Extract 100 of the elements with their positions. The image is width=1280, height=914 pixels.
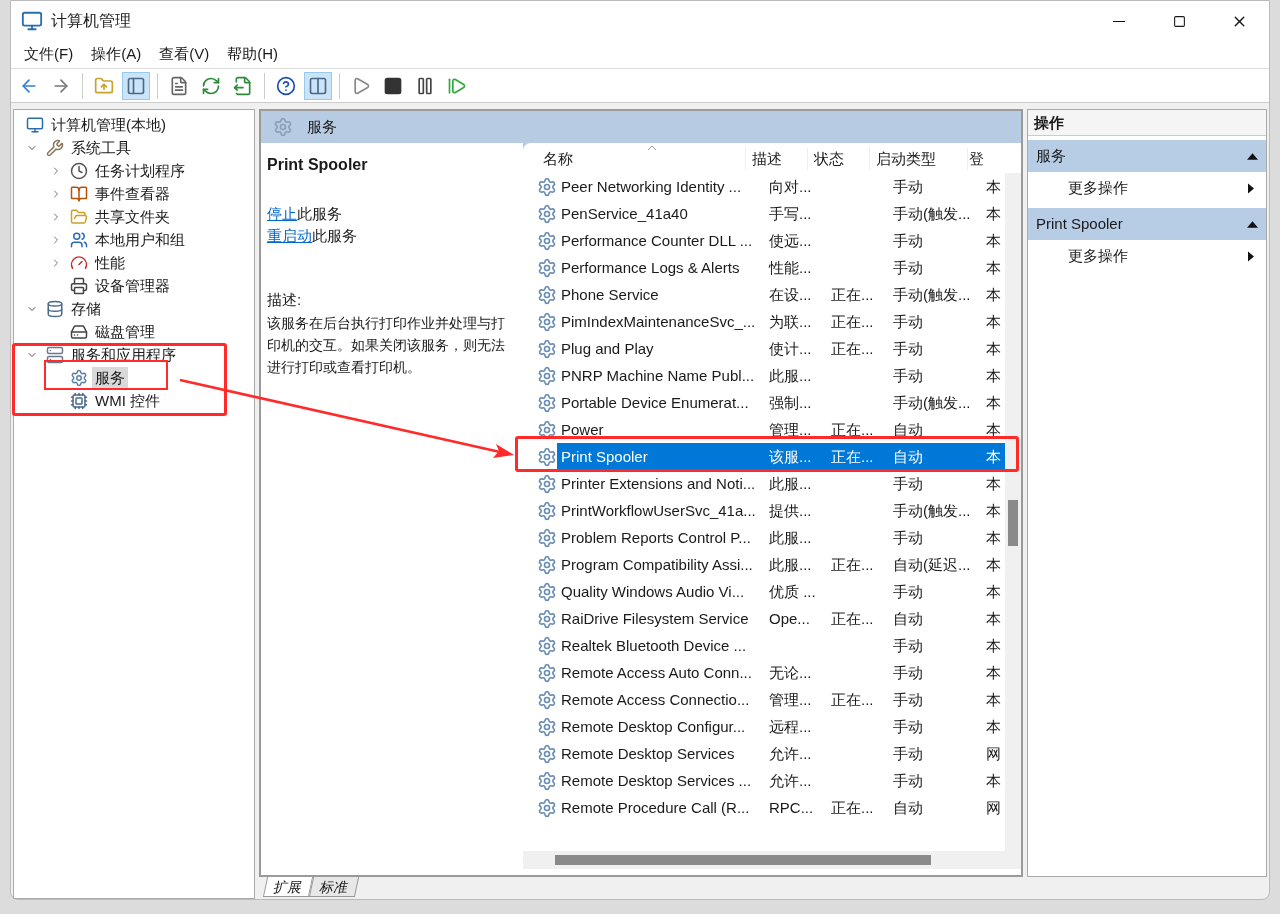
tree-item[interactable]: 计算机管理(本地) <box>48 114 169 135</box>
tree-item[interactable]: 共享文件夹 <box>92 206 173 227</box>
table-cell: Remote Access Auto Conn... <box>561 663 752 681</box>
tree-item[interactable]: 系统工具 <box>68 137 134 158</box>
service-row[interactable]: PrintWorkflowUserSvc_41a... 提供... 手动(触发... 本 <box>557 497 1005 524</box>
toolbar-button[interactable] <box>304 71 332 100</box>
column-header[interactable]: 名称 <box>541 147 745 170</box>
service-row[interactable]: Remote Desktop Configur... 远程... 手动 本 <box>557 713 1005 740</box>
table-cell: 手动 <box>893 474 923 492</box>
table-cell: 此服... <box>769 555 812 573</box>
scrollbar-thumb[interactable] <box>555 855 931 865</box>
menu-item[interactable]: 帮助(H) <box>220 43 285 66</box>
service-row[interactable]: Remote Desktop Services 允许... 手动 网 <box>557 740 1005 767</box>
tree-item[interactable]: 本地用户和组 <box>92 229 188 250</box>
table-cell: 手动 <box>893 582 923 600</box>
service-row[interactable]: Performance Counter DLL ... 使远... 手动 本 <box>557 227 1005 254</box>
table-cell: 本 <box>986 285 1001 303</box>
tree-item[interactable]: 存储 <box>68 298 104 319</box>
scrollbar-thumb[interactable] <box>1008 500 1018 546</box>
service-row[interactable]: Problem Reports Control P... 此服... 手动 本 <box>557 524 1005 551</box>
service-row[interactable]: Performance Logs & Alerts 性能... 手动 本 <box>557 254 1005 281</box>
storage-icon <box>46 299 64 318</box>
action-section-header[interactable]: Print Spooler <box>1028 208 1266 240</box>
gear-icon <box>537 716 557 737</box>
toolbar-button[interactable] <box>122 71 150 100</box>
table-cell: Ope... <box>769 609 810 627</box>
table-cell: RPC... <box>769 798 814 816</box>
service-row[interactable]: Portable Device Enumerat... 强制... 手动(触发... 本 <box>557 389 1005 416</box>
action-section-header[interactable]: 服务 <box>1028 140 1266 172</box>
table-cell: 允许... <box>769 744 812 762</box>
action-link[interactable]: 重启动 <box>267 225 312 247</box>
actions-title: 操作 <box>1028 110 1266 136</box>
table-cell: 正在... <box>831 798 874 816</box>
link-suffix: 此服务 <box>297 204 342 224</box>
tree-item[interactable]: 服务 <box>92 367 128 388</box>
service-row[interactable]: PNRP Machine Name Publ... 此服... 手动 本 <box>557 362 1005 389</box>
table-cell: 本 <box>986 393 1001 411</box>
vertical-scrollbar[interactable] <box>1005 173 1021 851</box>
users-icon <box>70 230 88 249</box>
table-cell: PimIndexMaintenanceSvc_... <box>561 312 756 330</box>
tree-item[interactable]: 磁盘管理 <box>92 321 158 342</box>
collapse-triangle-icon <box>1247 152 1258 160</box>
column-header[interactable]: 登 <box>967 147 985 170</box>
column-header[interactable]: 描述 <box>745 147 807 170</box>
menu-item[interactable]: 文件(F) <box>17 43 81 66</box>
gear-icon <box>537 338 557 359</box>
table-cell: 正在... <box>831 420 874 438</box>
table-cell: 提供... <box>769 501 812 519</box>
table-cell: 本 <box>986 366 1001 384</box>
tree-item[interactable]: 设备管理器 <box>92 275 173 296</box>
tree-item[interactable]: WMI 控件 <box>92 390 163 411</box>
service-row[interactable]: Remote Access Connectio... 管理... 正在... 手动 本 <box>557 686 1005 713</box>
service-row[interactable]: Phone Service 在设... 正在... 手动(触发... 本 <box>557 281 1005 308</box>
view-tab[interactable]: 标准 <box>308 877 360 897</box>
resume-icon <box>447 75 467 96</box>
service-row[interactable]: Print Spooler 该服... 正在... 自动 本 <box>557 443 1005 470</box>
export-icon <box>233 75 253 96</box>
service-row[interactable]: Plug and Play 使计... 正在... 手动 本 <box>557 335 1005 362</box>
menu-item[interactable]: 查看(V) <box>152 43 217 66</box>
action-item[interactable]: 更多操作 <box>1028 240 1266 272</box>
action-link[interactable]: 停止 <box>267 203 297 225</box>
computer-icon <box>21 10 43 32</box>
tree-item[interactable]: 任务计划程序 <box>92 160 188 181</box>
column-header[interactable]: 状态 <box>807 147 869 170</box>
description-label: 描述: <box>267 290 303 310</box>
table-cell: 手动 <box>893 690 923 708</box>
gear-icon <box>537 257 557 278</box>
table-cell: 管理... <box>769 420 812 438</box>
service-row[interactable]: Realtek Bluetooth Device ... 手动 本 <box>557 632 1005 659</box>
horizontal-scrollbar[interactable] <box>523 851 1021 869</box>
service-title: Print Spooler <box>267 155 369 175</box>
action-item[interactable]: 更多操作 <box>1028 172 1266 204</box>
table-cell: Peer Networking Identity ... <box>561 177 742 195</box>
service-row[interactable]: PimIndexMaintenanceSvc_... 为联... 正在... 手动 本 <box>557 308 1005 335</box>
service-row[interactable]: Remote Desktop Services ... 允许... 手动 本 <box>557 767 1005 794</box>
service-row[interactable]: RaiDrive Filesystem Service Ope... 正在... 自动 本 <box>557 605 1005 632</box>
table-cell: 本 <box>986 609 1001 627</box>
service-row[interactable]: PenService_41a40 手写... 手动(触发... 本 <box>557 200 1005 227</box>
server-icon <box>46 345 64 364</box>
pause-icon <box>415 75 435 96</box>
gear-icon <box>537 581 557 602</box>
column-header[interactable]: 启动类型 <box>869 147 967 170</box>
tree-item[interactable]: 性能 <box>92 252 128 273</box>
service-row[interactable]: Remote Access Auto Conn... 无论... 手动 本 <box>557 659 1005 686</box>
table-cell: 手写... <box>769 204 812 222</box>
service-row[interactable]: Peer Networking Identity ... 向对... 手动 本 <box>557 173 1005 200</box>
service-row[interactable]: Remote Procedure Call (R... RPC... 正在... 自动 网 <box>557 794 1005 821</box>
table-cell: 使远... <box>769 231 812 249</box>
service-row[interactable]: Printer Extensions and Noti... 此服... 手动 本 <box>557 470 1005 497</box>
tree-item[interactable]: 事件查看器 <box>92 183 173 204</box>
service-row[interactable]: Quality Windows Audio Vi... 优质 ... 手动 本 <box>557 578 1005 605</box>
table-cell: 本 <box>986 636 1001 654</box>
gear-icon <box>537 203 557 224</box>
menu-item[interactable]: 操作(A) <box>84 43 149 66</box>
gear-icon <box>273 117 293 137</box>
table-cell: 本 <box>986 528 1001 546</box>
table-cell: 该服... <box>769 447 812 465</box>
view-tab[interactable]: 扩展 <box>262 877 314 897</box>
service-row[interactable]: Program Compatibility Assi... 此服... 正在... 自动(延迟... 本 <box>557 551 1005 578</box>
table-cell: Program Compatibility Assi... <box>561 555 753 573</box>
